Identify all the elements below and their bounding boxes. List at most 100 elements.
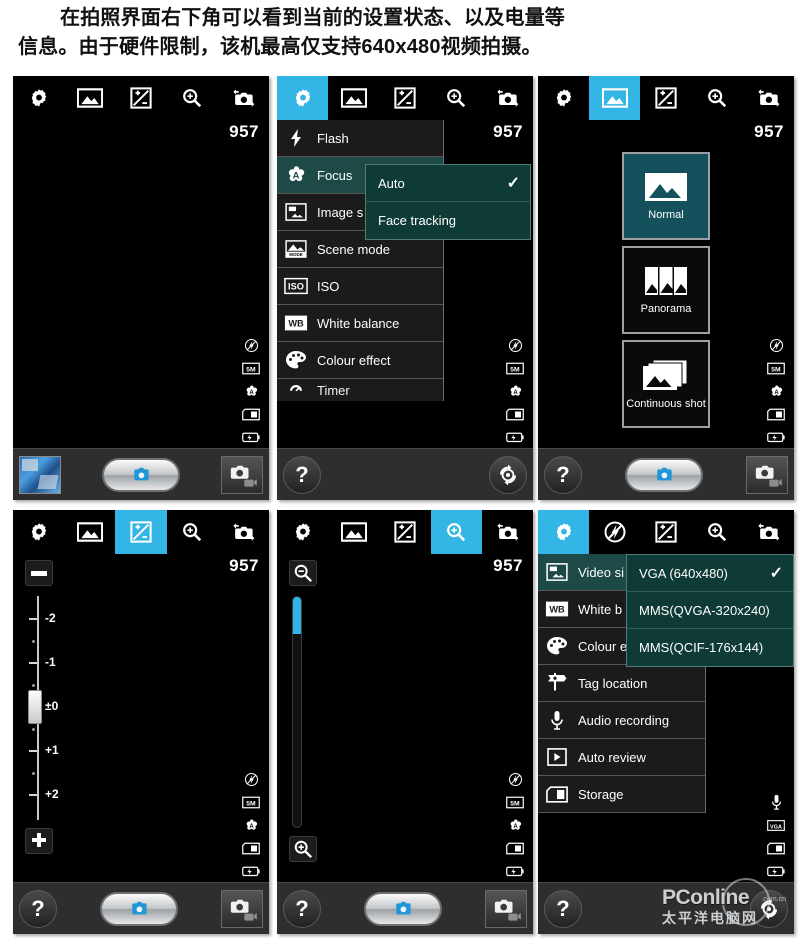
exposure-track[interactable]: -2 -1 ±0 +1 +2 — [28, 596, 59, 820]
menu-item-colour-effect[interactable]: Colour effect — [277, 342, 443, 379]
switch-camera-round-button[interactable] — [750, 889, 788, 928]
page-caption: 在拍照界面右下角可以看到当前的设置状态、以及电量等 信息。由于硬件限制，该机最高… — [0, 0, 800, 68]
settings-button[interactable] — [13, 76, 64, 120]
palette-icon — [544, 634, 570, 658]
submenu-option-face-tracking[interactable]: Face tracking — [366, 202, 530, 239]
svg-text:A: A — [293, 170, 300, 180]
screenshot-grid: 957 5M A 957 Flash A Focus Image s MODE … — [0, 72, 800, 944]
switch-camera-button[interactable] — [482, 510, 533, 554]
mode-tile-continuous-shot[interactable]: Continuous shot — [622, 340, 710, 428]
menu-item-storage[interactable]: Storage — [538, 776, 705, 813]
menu-item-iso[interactable]: ISO ISO — [277, 268, 443, 305]
menu-item-white-balance[interactable]: WB White balance — [277, 305, 443, 342]
flash-off-icon — [242, 772, 260, 786]
image-size-icon — [544, 560, 570, 584]
sdcard-icon — [242, 407, 260, 421]
zoom-button[interactable] — [167, 76, 218, 120]
submenu-option-label: MMS(QVGA-320x240) — [639, 602, 770, 618]
menu-item-timer[interactable]: Timer — [277, 379, 443, 401]
exposure-slider-knob[interactable] — [28, 690, 42, 724]
minus-icon — [31, 570, 47, 576]
auto-focus-icon: A — [767, 384, 785, 398]
timer-icon — [283, 379, 309, 401]
help-button[interactable]: ? — [283, 889, 321, 928]
location-icon — [544, 671, 570, 695]
shot-mode-button[interactable] — [589, 76, 641, 120]
shutter-button[interactable] — [364, 891, 442, 926]
shutter-button[interactable] — [100, 891, 178, 926]
zoom-in-button[interactable] — [289, 836, 317, 862]
switch-camera-button[interactable] — [218, 510, 269, 554]
exposure-button[interactable] — [379, 510, 430, 554]
shutter-button[interactable] — [102, 457, 180, 492]
mode-tile-normal[interactable]: Normal — [622, 152, 710, 240]
shutter-button[interactable] — [625, 457, 703, 492]
camera-video-switch[interactable] — [485, 889, 527, 928]
help-button[interactable]: ? — [283, 455, 321, 494]
camera-video-switch[interactable] — [221, 889, 263, 928]
zoom-out-button[interactable] — [289, 560, 317, 586]
svg-text:WB: WB — [288, 319, 304, 329]
exposure-button[interactable] — [115, 510, 167, 554]
auto-focus-icon: A — [242, 384, 260, 398]
bottom-bar — [13, 448, 269, 500]
settings-button[interactable] — [538, 510, 590, 554]
menu-item-auto-review[interactable]: Auto review — [538, 739, 705, 776]
caption-line-1: 在拍照界面右下角可以看到当前的设置状态、以及电量等 — [60, 7, 565, 29]
5m-size-icon: 5M — [506, 795, 524, 809]
shot-mode-button[interactable] — [328, 76, 379, 120]
shot-mode-button[interactable] — [64, 510, 115, 554]
submenu-option-label: MMS(QCIF-176x144) — [639, 640, 764, 655]
battery-icon — [767, 430, 785, 444]
exposure-button[interactable] — [640, 510, 691, 554]
submenu-option-qcif[interactable]: MMS(QCIF-176x144) — [627, 629, 793, 666]
help-button[interactable]: ? — [544, 889, 582, 928]
panel-shot-mode: 957 Normal Panorama Continuous shot 5M A — [538, 76, 794, 500]
shot-mode-button[interactable] — [64, 76, 115, 120]
top-toolbar — [538, 76, 794, 120]
svg-text:5M: 5M — [771, 366, 781, 373]
submenu-option-auto[interactable]: Auto ✓ — [366, 165, 530, 202]
photo-icon — [645, 173, 687, 201]
help-button[interactable]: ? — [19, 889, 57, 928]
switch-camera-button[interactable] — [743, 76, 794, 120]
flash-off-button[interactable] — [589, 510, 640, 554]
help-button[interactable]: ? — [544, 455, 582, 494]
mode-tile-panorama[interactable]: Panorama — [622, 246, 710, 334]
switch-camera-button[interactable] — [218, 76, 269, 120]
exposure-decrease-button[interactable] — [25, 560, 53, 586]
zoom-button[interactable] — [692, 76, 743, 120]
submenu-option-qvga[interactable]: MMS(QVGA-320x240) — [627, 592, 793, 629]
shots-remaining-counter: 957 — [493, 122, 523, 141]
settings-button[interactable] — [538, 76, 589, 120]
svg-text:A: A — [774, 389, 779, 395]
submenu-option-label: Face tracking — [378, 213, 457, 228]
zoom-button[interactable] — [167, 510, 218, 554]
zoom-button[interactable] — [430, 510, 482, 554]
zoom-track[interactable] — [292, 596, 302, 828]
settings-button[interactable] — [277, 510, 328, 554]
menu-item-flash[interactable]: Flash — [277, 120, 443, 157]
exposure-button[interactable] — [379, 76, 430, 120]
last-photo-thumbnail[interactable] — [19, 455, 61, 494]
switch-camera-button[interactable] — [743, 510, 794, 554]
switch-camera-round-button[interactable] — [489, 455, 527, 494]
camera-video-switch[interactable] — [221, 455, 263, 494]
zoom-button[interactable] — [692, 510, 743, 554]
shot-mode-list: Normal Panorama Continuous shot — [622, 152, 710, 428]
submenu-option-vga[interactable]: VGA (640x480) ✓ — [627, 555, 793, 592]
settings-button[interactable] — [13, 510, 64, 554]
menu-item-audio-recording[interactable]: Audio recording — [538, 702, 705, 739]
bottom-bar: ? — [277, 448, 533, 500]
exposure-button[interactable] — [115, 76, 166, 120]
menu-item-tag-location[interactable]: Tag location — [538, 665, 705, 702]
focus-flower-icon: A — [283, 163, 309, 187]
shot-mode-button[interactable] — [328, 510, 379, 554]
exposure-button[interactable] — [640, 76, 691, 120]
settings-button[interactable] — [277, 76, 329, 120]
exposure-increase-button[interactable] — [25, 828, 53, 854]
camera-video-switch[interactable] — [746, 455, 788, 494]
switch-camera-button[interactable] — [482, 76, 533, 120]
zoom-button[interactable] — [431, 76, 482, 120]
battery-icon — [242, 430, 260, 444]
